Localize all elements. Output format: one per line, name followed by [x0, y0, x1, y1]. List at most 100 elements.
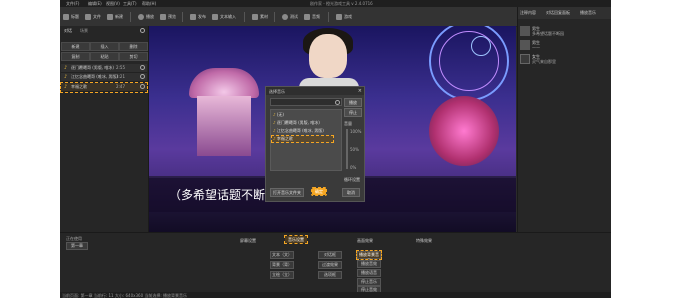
music-list-item[interactable]: ♪ 江忆念曲曦哥 (唯冰, 男版) 3:21 [61, 73, 147, 82]
toolbar-file-button[interactable]: 文件 [85, 13, 101, 21]
preview-icon [160, 14, 166, 20]
tab-special-effects[interactable]: 特殊效果 [416, 238, 432, 243]
play-bgm-button[interactable]: 播放背景音乐 [356, 250, 382, 263]
music-list-item-selected[interactable]: ♪ 幸福之歌 2:47 [60, 82, 148, 93]
publish-icon [190, 14, 196, 20]
avatar [520, 54, 530, 64]
transition-command-button[interactable]: 过渡效果 [318, 261, 342, 269]
toolbar-file-label: 文件 [93, 14, 101, 19]
delete-button[interactable]: 删除 [119, 42, 148, 51]
dialog-titlebar: 选择音乐 × [266, 87, 364, 95]
paste-button[interactable]: 粘贴 [90, 52, 119, 61]
chapter-button[interactable]: 第一章 [66, 242, 88, 250]
music-option-label: 逐门覆曦哥 (男版, 唯冰) [276, 120, 320, 125]
toolbar-separator [182, 12, 183, 22]
avatar [520, 40, 530, 50]
music-option-none[interactable]: ♪ (无) [273, 112, 284, 118]
left-panel: 对话 场景 新建 插入 删除 复制 粘贴 剪切 ♪ 逐门覆曦哥 (男版, 唯冰)… [60, 26, 149, 243]
toolbar-text-input-button[interactable]: 文本输入 [212, 13, 236, 21]
toolbar-title-button[interactable]: 标题 [63, 13, 79, 21]
play-voice-button[interactable]: 播放语音 [357, 269, 381, 277]
text-icon [212, 14, 218, 20]
play-icon[interactable] [140, 84, 145, 89]
play-icon[interactable] [140, 65, 145, 70]
stop-music-button[interactable]: 停止音乐 [357, 278, 381, 286]
volume-slider[interactable] [346, 129, 348, 169]
audio-icon [304, 14, 310, 20]
toolbar-separator [244, 12, 245, 22]
toolbar-play-label: 播放 [146, 14, 154, 19]
cut-button[interactable]: 剪切 [119, 52, 148, 61]
music-item-name: 幸福之歌 [71, 84, 87, 89]
music-item-duration: 3:21 [116, 74, 125, 79]
toolbar-test-label: 测试 [290, 14, 298, 19]
music-item-name: 江忆念曲曦哥 (唯冰, 男版) [71, 74, 118, 79]
open-music-folder-button[interactable]: 打开音乐文件夹 [270, 188, 304, 197]
speaker-text: 灵气来自那里 [532, 59, 556, 64]
toolbar-assets-button[interactable]: 素材 [252, 13, 268, 21]
tab-scene[interactable]: 场景 [80, 28, 88, 33]
loop-settings-button[interactable]: 循环设置 [344, 177, 360, 182]
insert-button[interactable]: 插入 [90, 42, 119, 51]
script-line[interactable]: 男生 一一 [520, 40, 610, 53]
speaker-text: 多希望话题不断园 [532, 31, 564, 36]
music-option[interactable]: ♪ 逐门覆曦哥 (男版, 唯冰) [273, 120, 320, 126]
tab-notes[interactable]: 注释内容 [520, 10, 536, 15]
script-line[interactable]: 男生 多希望话题不断园 [520, 26, 610, 39]
music-item-name: 逐门覆曦哥 (男版, 唯冰) [71, 65, 114, 70]
text-command-button[interactable]: 文本（文） [270, 251, 294, 259]
play-sfx-button[interactable]: 播放音效 [357, 260, 381, 268]
music-list[interactable]: ♪ (无) ♪ 逐门覆曦哥 (男版, 唯冰) ♪ 江忆念曲曦哥 (唯冰, 男版)… [270, 109, 342, 171]
dialog-cancel-button[interactable]: 取消 [342, 188, 360, 197]
music-option[interactable]: ♪ 江忆念曲曦哥 (唯冰, 男版) [273, 128, 324, 134]
right-panel-header: 注释内容 对话回复面板 播放音乐 [518, 7, 611, 19]
tab-play-music[interactable]: 播放音乐 [580, 10, 596, 15]
tab-visual-effects[interactable]: 画面效果 [357, 238, 373, 243]
dialog-play-button[interactable]: 播放 [344, 98, 362, 107]
portrait-command-button[interactable]: 立绘（立） [270, 271, 294, 279]
toolbar-audio-button[interactable]: 音频 [304, 13, 320, 21]
status-bar: 当前页面: 第一章 当前行: 11 大小: 640x360 当前选择: 播放背景… [60, 292, 611, 298]
volume-min-label: 0% [350, 165, 357, 170]
dialog-stop-button[interactable]: 停止 [344, 108, 362, 117]
dialog-ok-button[interactable]: 确定 [311, 187, 327, 196]
new-icon [107, 14, 113, 20]
music-note-icon: ♪ [64, 65, 68, 71]
new-button[interactable]: 新建 [61, 42, 90, 51]
search-icon [335, 100, 340, 105]
close-icon[interactable]: × [358, 88, 362, 94]
toolbar-preview-button[interactable]: 预览 [160, 13, 176, 21]
toolbar-game-button[interactable]: 游戏 [336, 13, 352, 21]
avatar [520, 26, 530, 36]
script-line[interactable]: 女生 灵气来自那里 [520, 54, 610, 67]
toolbar-new-button[interactable]: 新建 [107, 13, 123, 21]
music-option-selected[interactable]: ♪ 幸福之歌 [271, 135, 334, 143]
search-field[interactable] [270, 98, 342, 106]
music-option-label: 幸福之歌 [276, 136, 293, 141]
music-list-item[interactable]: ♪ 逐门覆曦哥 (男版, 唯冰) 2:55 [61, 64, 147, 73]
background-command-button[interactable]: 背景（背） [270, 261, 294, 269]
music-item-duration: 2:55 [116, 65, 125, 70]
tab-screen-settings[interactable]: 屏幕设置 [240, 238, 256, 243]
test-icon [282, 14, 288, 20]
menubar: 文件(F) 编辑(E) 视图(V) 工具(T) 帮助(H) 剧作家 - 橙光游戏… [60, 0, 611, 7]
right-panel: 注释内容 对话回复面板 播放音乐 男生 多希望话题不断园 男生 一一 女生 灵气… [517, 7, 611, 232]
tab-music-settings[interactable]: 音乐设置 [284, 235, 308, 244]
game-icon [336, 14, 342, 20]
toolbar-preview-label: 预览 [168, 14, 176, 19]
music-option-label: 江忆念曲曦哥 (唯冰, 男版) [276, 128, 324, 133]
dialogbox-command-button[interactable]: 对话框 [318, 251, 342, 259]
command-panel: 正在使用 第一章 屏幕设置 音乐设置 画面效果 特殊效果 文本（文） 背景（背）… [60, 232, 611, 294]
toolbar-play-button[interactable]: 播放 [138, 13, 154, 21]
copy-button[interactable]: 复制 [61, 52, 90, 61]
tab-dialog[interactable]: 对话 [64, 28, 72, 33]
options-command-button[interactable]: 选项框 [318, 271, 342, 279]
search-icon[interactable] [140, 28, 145, 33]
tab-reply-panel[interactable]: 对话回复面板 [546, 10, 570, 15]
speaker-text: 一一 [532, 45, 540, 50]
play-icon[interactable] [140, 74, 145, 79]
toolbar-assets-label: 素材 [260, 14, 268, 19]
toolbar-publish-button[interactable]: 发布 [190, 13, 206, 21]
volume-max-label: 100% [350, 129, 362, 134]
toolbar-test-button[interactable]: 测试 [282, 13, 298, 21]
